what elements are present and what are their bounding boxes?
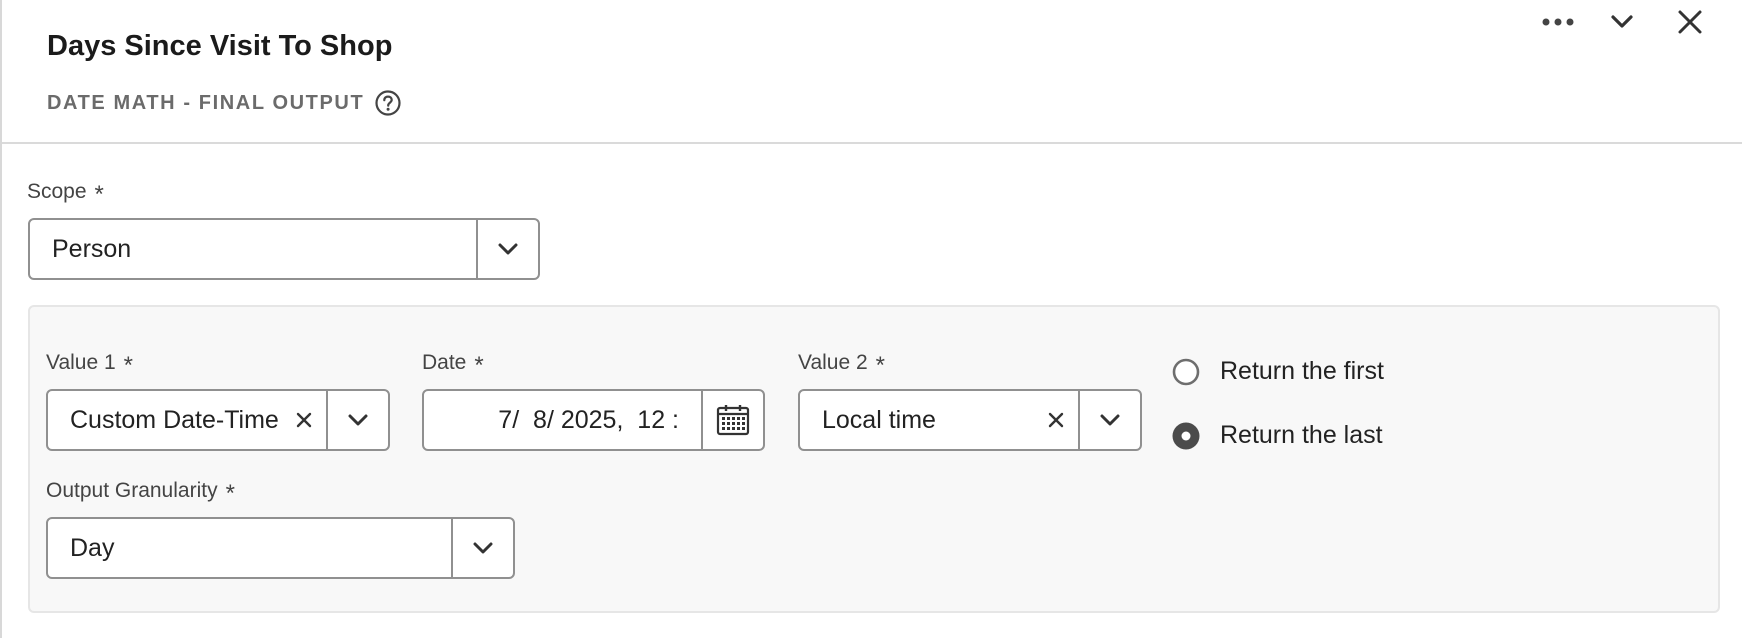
more-button[interactable] — [1536, 0, 1580, 44]
value1-dropdown-button[interactable] — [326, 391, 388, 449]
granularity-label: Output Granularity * — [46, 479, 235, 507]
granularity-select[interactable]: Day — [46, 517, 515, 579]
date-label: Date * — [422, 351, 484, 379]
value2-label: Value 2 * — [798, 351, 886, 379]
radio-return-first-label: Return the first — [1220, 357, 1384, 385]
panel-subtitle-row: DATE MATH - FINAL OUTPUT — [47, 89, 402, 117]
close-button[interactable] — [1668, 0, 1712, 44]
value2-combobox[interactable]: Local time — [798, 389, 1142, 451]
calendar-icon — [716, 405, 750, 436]
radio-return-last[interactable]: Return the last — [1172, 421, 1383, 450]
chevron-down-icon — [473, 542, 493, 554]
date-math-panel: Days Since Visit To Shop DATE MATH - FIN… — [0, 0, 1742, 638]
granularity-dropdown-button[interactable] — [451, 519, 513, 577]
scope-dropdown-button[interactable] — [476, 220, 538, 278]
required-mark: * — [875, 352, 886, 379]
value1-label: Value 1 * — [46, 351, 134, 379]
chevron-down-icon — [498, 243, 518, 255]
value1-combobox[interactable]: Custom Date-Time — [46, 389, 390, 451]
required-mark: * — [225, 480, 235, 507]
clear-icon — [1048, 412, 1064, 428]
required-mark: * — [474, 352, 484, 379]
scope-value: Person — [52, 234, 132, 263]
required-mark: * — [123, 352, 134, 379]
date-value[interactable]: 7/ 8/ 2025, 12 : — [424, 391, 701, 449]
radio-checked-icon — [1172, 422, 1200, 449]
chevron-down-icon — [1611, 15, 1633, 28]
radio-return-last-label: Return the last — [1220, 421, 1383, 449]
scope-select[interactable]: Person — [28, 218, 540, 280]
more-horizontal-icon — [1542, 18, 1574, 26]
collapse-button[interactable] — [1600, 0, 1644, 44]
value1-value: Custom Date-Time — [70, 405, 279, 434]
chevron-down-icon — [1100, 414, 1120, 426]
date-input[interactable]: 7/ 8/ 2025, 12 : — [422, 389, 765, 451]
value1-clear-button[interactable] — [282, 391, 326, 449]
calendar-button[interactable] — [701, 391, 763, 449]
help-icon[interactable] — [374, 89, 402, 117]
value2-clear-button[interactable] — [1034, 391, 1078, 449]
panel-subtitle: DATE MATH - FINAL OUTPUT — [47, 91, 365, 114]
radio-unchecked-icon — [1172, 358, 1200, 385]
value2-value: Local time — [822, 405, 936, 434]
granularity-value: Day — [70, 533, 115, 562]
clear-icon — [296, 412, 312, 428]
close-icon — [1678, 10, 1702, 34]
chevron-down-icon — [348, 414, 368, 426]
panel-title: Days Since Visit To Shop — [47, 30, 393, 62]
radio-return-first[interactable]: Return the first — [1172, 357, 1384, 386]
scope-label: Scope * — [27, 180, 104, 208]
panel-header: Days Since Visit To Shop DATE MATH - FIN… — [2, 0, 1742, 144]
value2-dropdown-button[interactable] — [1078, 391, 1140, 449]
required-mark: * — [94, 181, 104, 208]
